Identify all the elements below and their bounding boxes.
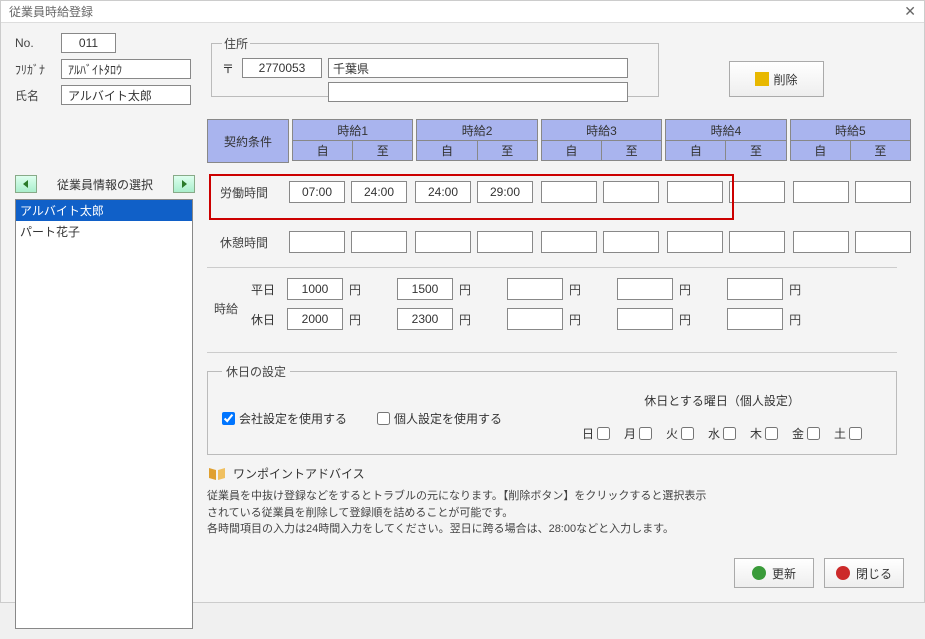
- window-title: 従業員時給登録: [9, 3, 93, 20]
- employee-select-label: 従業員情報の選択: [43, 176, 167, 193]
- advice-header: ワンポイントアドバイス: [207, 465, 911, 482]
- break-to-2[interactable]: [477, 231, 533, 253]
- wage-weekday-2[interactable]: 1500: [397, 278, 453, 300]
- day-mon[interactable]: 月: [624, 425, 652, 442]
- close-red-icon: [836, 566, 850, 580]
- employee-list[interactable]: アルバイト太郎 パート花子: [15, 199, 193, 629]
- no-label: No.: [15, 36, 55, 50]
- wage-side-label: 時給: [207, 300, 245, 317]
- address-line1[interactable]: 千葉県: [328, 58, 628, 78]
- address-line2[interactable]: [328, 82, 628, 102]
- work-from-3[interactable]: [541, 181, 597, 203]
- break-from-2[interactable]: [415, 231, 471, 253]
- furigana-label: ﾌﾘｶﾞﾅ: [15, 61, 55, 78]
- divider: [207, 267, 897, 268]
- day-tue[interactable]: 火: [666, 425, 694, 442]
- wage-col-1: 時給1 自 至: [292, 119, 413, 163]
- work-from-4[interactable]: [667, 181, 723, 203]
- wage-holiday-5[interactable]: [727, 308, 783, 330]
- name-label: 氏名: [15, 87, 55, 104]
- wage-holiday-2[interactable]: 2300: [397, 308, 453, 330]
- book-icon: [207, 466, 227, 482]
- wage-holiday-3[interactable]: [507, 308, 563, 330]
- postal-mark: 〒: [222, 60, 236, 77]
- break-to-5[interactable]: [855, 231, 911, 253]
- break-from-3[interactable]: [541, 231, 597, 253]
- work-to-1[interactable]: 24:00: [351, 181, 407, 203]
- no-field[interactable]: 011: [61, 33, 116, 53]
- work-to-5[interactable]: [855, 181, 911, 203]
- wage-holiday-1[interactable]: 2000: [287, 308, 343, 330]
- delete-icon: [755, 72, 769, 86]
- day-checkboxes: 日 月 火 水 木 金 土: [562, 425, 882, 442]
- wage-weekday-1[interactable]: 1000: [287, 278, 343, 300]
- break-to-3[interactable]: [603, 231, 659, 253]
- refresh-icon: [752, 566, 766, 580]
- break-from-5[interactable]: [793, 231, 849, 253]
- day-sun[interactable]: 日: [582, 425, 610, 442]
- bottom-buttons: 更新 閉じる: [734, 558, 904, 588]
- employee-select: 従業員情報の選択 アルバイト太郎 パート花子: [15, 175, 195, 629]
- close-button[interactable]: 閉じる: [824, 558, 904, 588]
- work-from-5[interactable]: [793, 181, 849, 203]
- work-to-4[interactable]: [729, 181, 785, 203]
- titlebar: 従業員時給登録 ✕: [1, 1, 924, 23]
- delete-button[interactable]: 削除: [729, 61, 824, 97]
- break-from-4[interactable]: [667, 231, 723, 253]
- contract-header: 契約条件: [207, 119, 289, 163]
- wage-col-5: 時給5 自 至: [790, 119, 911, 163]
- list-item[interactable]: パート花子: [16, 221, 192, 242]
- wage-weekday-4[interactable]: [617, 278, 673, 300]
- next-employee-button[interactable]: [173, 175, 195, 193]
- work-from-2[interactable]: 24:00: [415, 181, 471, 203]
- wage-holiday-4[interactable]: [617, 308, 673, 330]
- work-to-2[interactable]: 29:00: [477, 181, 533, 203]
- divider: [207, 352, 897, 353]
- wage-col-4: 時給4 自 至: [665, 119, 786, 163]
- header-row: 契約条件 時給1 自 至 時給2 自 至 時給3 自 至: [207, 119, 911, 163]
- furigana-field[interactable]: ｱﾙﾊﾞｲﾄﾀﾛｳ: [61, 59, 191, 79]
- day-thu[interactable]: 木: [750, 425, 778, 442]
- wage-col-3: 時給3 自 至: [541, 119, 662, 163]
- day-wed[interactable]: 水: [708, 425, 736, 442]
- main-panel: 契約条件 時給1 自 至 時給2 自 至 時給3 自 至: [207, 119, 911, 538]
- work-to-3[interactable]: [603, 181, 659, 203]
- wage-weekday-row: 平日 1000円 1500円 円 円 円: [245, 278, 801, 300]
- prev-employee-button[interactable]: [15, 175, 37, 193]
- address-group: 住所 〒 2770053 千葉県: [211, 35, 659, 97]
- wage-holiday-row: 休日 2000円 2300円 円 円 円: [245, 308, 801, 330]
- work-time-row: 労働時間 07:0024:00 24:0029:00: [207, 181, 911, 203]
- day-fri[interactable]: 金: [792, 425, 820, 442]
- break-to-4[interactable]: [729, 231, 785, 253]
- wage-weekday-3[interactable]: [507, 278, 563, 300]
- break-to-1[interactable]: [351, 231, 407, 253]
- update-button[interactable]: 更新: [734, 558, 814, 588]
- address-legend: 住所: [222, 35, 250, 52]
- employee-info: No. 011 ﾌﾘｶﾞﾅ ｱﾙﾊﾞｲﾄﾀﾛｳ 氏名 アルバイト太郎 従業員情報…: [15, 33, 195, 629]
- close-icon[interactable]: ✕: [904, 3, 916, 20]
- day-sat[interactable]: 土: [834, 425, 862, 442]
- use-personal-checkbox[interactable]: 個人設定を使用する: [377, 410, 502, 427]
- wage-col-2: 時給2 自 至: [416, 119, 537, 163]
- break-time-row: 休憩時間: [207, 231, 911, 253]
- app-window: 従業員時給登録 ✕ No. 011 ﾌﾘｶﾞﾅ ｱﾙﾊﾞｲﾄﾀﾛｳ 氏名 アルバ…: [0, 0, 925, 603]
- advice-text: 従業員を中抜け登録などをするとトラブルの元になります。【削除ボタン】をクリックす…: [207, 488, 717, 538]
- list-item[interactable]: アルバイト太郎: [16, 200, 192, 221]
- holiday-settings: 休日の設定 会社設定を使用する 個人設定を使用する 休日とする曜日（個人設定）: [207, 363, 897, 455]
- work-from-1[interactable]: 07:00: [289, 181, 345, 203]
- name-field[interactable]: アルバイト太郎: [61, 85, 191, 105]
- zip-field[interactable]: 2770053: [242, 58, 322, 78]
- use-company-checkbox[interactable]: 会社設定を使用する: [222, 410, 347, 427]
- wage-weekday-5[interactable]: [727, 278, 783, 300]
- break-from-1[interactable]: [289, 231, 345, 253]
